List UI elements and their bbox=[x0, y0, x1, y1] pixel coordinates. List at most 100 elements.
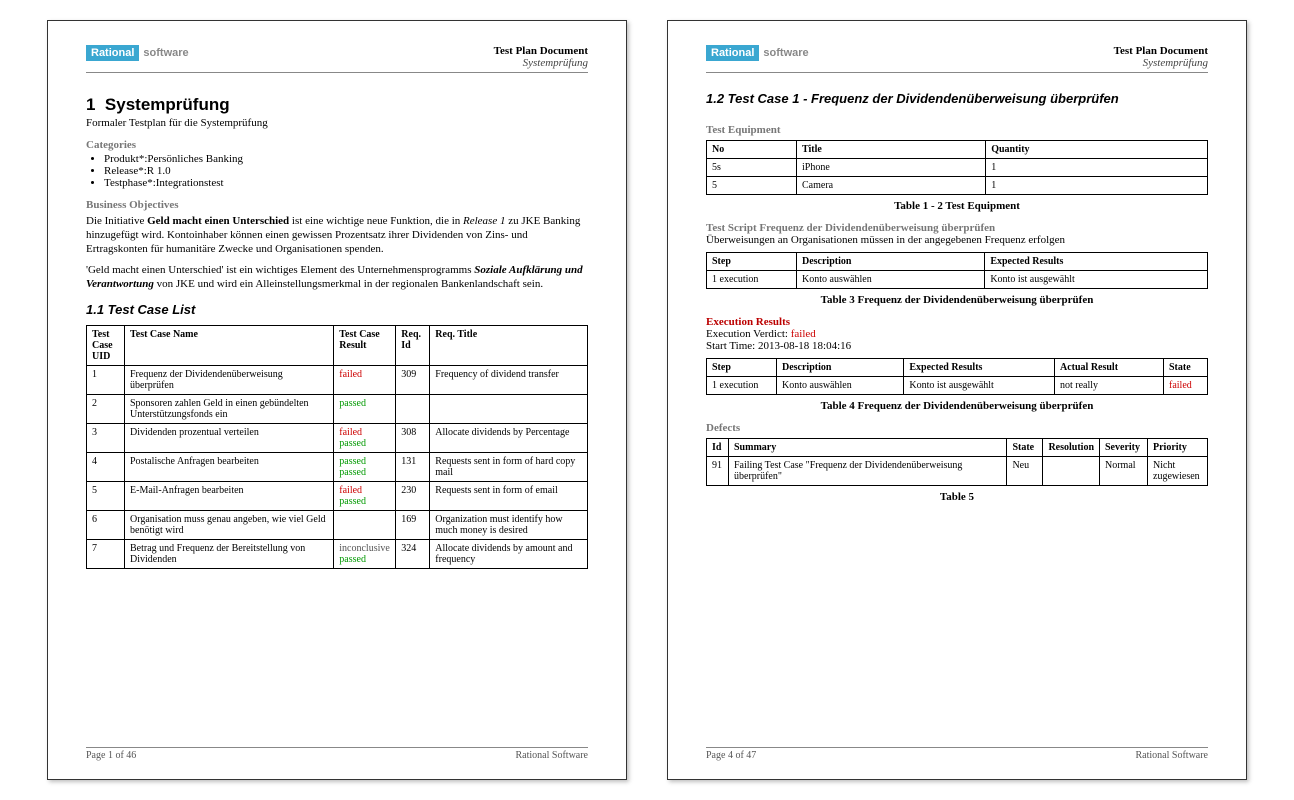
th-uid: Test Case UID bbox=[87, 325, 125, 365]
cell-name: Frequenz der Dividendenüberweisung überp… bbox=[125, 365, 334, 394]
section-number: 1 bbox=[86, 95, 95, 114]
doc-subtitle: Systemprüfung bbox=[1114, 57, 1208, 69]
cell-reqtitle bbox=[430, 394, 588, 423]
cell-name: Organisation muss genau angeben, wie vie… bbox=[125, 510, 334, 539]
table-row: 1Frequenz der Dividendenüberweisung über… bbox=[87, 365, 588, 394]
defects-label: Defects bbox=[706, 422, 1208, 434]
th-exp: Expected Results bbox=[985, 253, 1208, 271]
cell-reqtitle: Organization must identify how much mone… bbox=[430, 510, 588, 539]
cell-reqtitle: Requests sent in form of email bbox=[430, 481, 588, 510]
th-desc: Description bbox=[797, 253, 985, 271]
th-id: Id bbox=[707, 439, 729, 457]
cell-title: Camera bbox=[797, 177, 986, 195]
cell-result: failedpassed bbox=[334, 481, 396, 510]
document-page-1: Rational software Test Plan Document Sys… bbox=[47, 20, 627, 780]
cell-reqtitle: Allocate dividends by amount and frequen… bbox=[430, 539, 588, 568]
footer-page-number: Page 1 of 46 bbox=[86, 750, 136, 761]
cell-severity: Normal bbox=[1100, 457, 1148, 486]
cell-result: passed bbox=[334, 394, 396, 423]
table-row: 1 executionKonto auswählenKonto ist ausg… bbox=[707, 377, 1208, 395]
cell-step: 1 execution bbox=[707, 377, 777, 395]
table-header-row: Id Summary State Resolution Severity Pri… bbox=[707, 439, 1208, 457]
table-row: 6Organisation muss genau angeben, wie vi… bbox=[87, 510, 588, 539]
cell-state: failed bbox=[1164, 377, 1208, 395]
th-title: Title bbox=[797, 141, 986, 159]
page-content: 1.2 Test Case 1 - Frequenz der Dividende… bbox=[706, 87, 1208, 747]
execution-start-time: Start Time: 2013-08-18 18:04:16 bbox=[706, 340, 1208, 352]
table-row: 4Postalische Anfragen bearbeitenpassedpa… bbox=[87, 452, 588, 481]
table-row: 2Sponsoren zahlen Geld in einen gebündel… bbox=[87, 394, 588, 423]
cell-state: Neu bbox=[1007, 457, 1043, 486]
page-footer: Page 1 of 46 Rational Software bbox=[86, 747, 588, 761]
execution-results-caption: Table 4 Frequenz der Dividendenüberweisu… bbox=[706, 400, 1208, 412]
test-script-caption: Table 3 Frequenz der Dividendenüberweisu… bbox=[706, 294, 1208, 306]
test-case-list-table: Test Case UID Test Case Name Test Case R… bbox=[86, 325, 588, 569]
logo-left: Rational bbox=[86, 45, 139, 61]
table-header-row: No Title Quantity bbox=[707, 141, 1208, 159]
table-header-row: Step Description Expected Results Actual… bbox=[707, 359, 1208, 377]
category-item: Produkt*:Persönliches Banking bbox=[104, 153, 588, 165]
cell-reqid: 309 bbox=[396, 365, 430, 394]
test-case-heading: 1.2 Test Case 1 - Frequenz der Dividende… bbox=[706, 91, 1208, 106]
doc-subtitle: Systemprüfung bbox=[494, 57, 588, 69]
execution-results-table: Step Description Expected Results Actual… bbox=[706, 358, 1208, 395]
cell-uid: 2 bbox=[87, 394, 125, 423]
table-row: 91Failing Test Case "Frequenz der Divide… bbox=[707, 457, 1208, 486]
cell-uid: 1 bbox=[87, 365, 125, 394]
th-result: Test Case Result bbox=[334, 325, 396, 365]
cell-reqid: 308 bbox=[396, 423, 430, 452]
cell-name: E-Mail-Anfragen bearbeiten bbox=[125, 481, 334, 510]
doc-title: Test Plan Document bbox=[1114, 45, 1208, 57]
cell-uid: 6 bbox=[87, 510, 125, 539]
cell-result: inconclusivepassed bbox=[334, 539, 396, 568]
cell-reqtitle: Allocate dividends by Percentage bbox=[430, 423, 588, 452]
test-equipment-caption: Table 1 - 2 Test Equipment bbox=[706, 200, 1208, 212]
header-right: Test Plan Document Systemprüfung bbox=[1114, 45, 1208, 69]
cell-uid: 3 bbox=[87, 423, 125, 452]
logo-right: software bbox=[759, 45, 812, 61]
page-footer: Page 4 of 47 Rational Software bbox=[706, 747, 1208, 761]
page-header: Rational software Test Plan Document Sys… bbox=[706, 45, 1208, 73]
cell-summary: Failing Test Case "Frequenz der Dividend… bbox=[729, 457, 1007, 486]
execution-results-label: Execution Results bbox=[706, 316, 1208, 328]
th-reqid: Req. Id bbox=[396, 325, 430, 365]
cell-result: failedpassed bbox=[334, 423, 396, 452]
section-heading: 1 Systemprüfung bbox=[86, 95, 588, 115]
table-row: 5siPhone1 bbox=[707, 159, 1208, 177]
cell-no: 5s bbox=[707, 159, 797, 177]
test-script-desc: Überweisungen an Organisationen müssen i… bbox=[706, 234, 1208, 246]
th-qty: Quantity bbox=[986, 141, 1208, 159]
execution-verdict: Execution Verdict: failed bbox=[706, 328, 1208, 340]
cell-reqid bbox=[396, 394, 430, 423]
th-resolution: Resolution bbox=[1043, 439, 1100, 457]
business-objectives-p1: Die Initiative Geld macht einen Untersch… bbox=[86, 215, 588, 256]
cell-exp: Konto ist ausgewählt bbox=[985, 271, 1208, 289]
th-priority: Priority bbox=[1148, 439, 1208, 457]
th-step: Step bbox=[707, 359, 777, 377]
section-subtitle: Formaler Testplan für die Systemprüfung bbox=[86, 117, 588, 129]
categories-list: Produkt*:Persönliches Banking Release*:R… bbox=[104, 153, 588, 189]
cell-reqid: 324 bbox=[396, 539, 430, 568]
doc-title: Test Plan Document bbox=[494, 45, 588, 57]
cell-reqid: 169 bbox=[396, 510, 430, 539]
categories-label: Categories bbox=[86, 139, 588, 151]
th-step: Step bbox=[707, 253, 797, 271]
th-no: No bbox=[707, 141, 797, 159]
test-equipment-table: No Title Quantity 5siPhone15Camera1 bbox=[706, 140, 1208, 195]
category-item: Release*:R 1.0 bbox=[104, 165, 588, 177]
th-state: State bbox=[1007, 439, 1043, 457]
cell-uid: 5 bbox=[87, 481, 125, 510]
cell-reqtitle: Requests sent in form of hard copy mail bbox=[430, 452, 588, 481]
cell-uid: 7 bbox=[87, 539, 125, 568]
defects-table: Id Summary State Resolution Severity Pri… bbox=[706, 438, 1208, 486]
test-script-label: Test Script Frequenz der Dividendenüberw… bbox=[706, 222, 1208, 234]
table-header-row: Step Description Expected Results bbox=[707, 253, 1208, 271]
cell-desc: Konto auswählen bbox=[797, 271, 985, 289]
logo: Rational software bbox=[706, 45, 813, 61]
cell-title: iPhone bbox=[797, 159, 986, 177]
cell-act: not really bbox=[1054, 377, 1163, 395]
cell-priority: Nicht zugewiesen bbox=[1148, 457, 1208, 486]
th-act: Actual Result bbox=[1054, 359, 1163, 377]
section-title: Systemprüfung bbox=[105, 95, 230, 114]
cell-desc: Konto auswählen bbox=[777, 377, 904, 395]
